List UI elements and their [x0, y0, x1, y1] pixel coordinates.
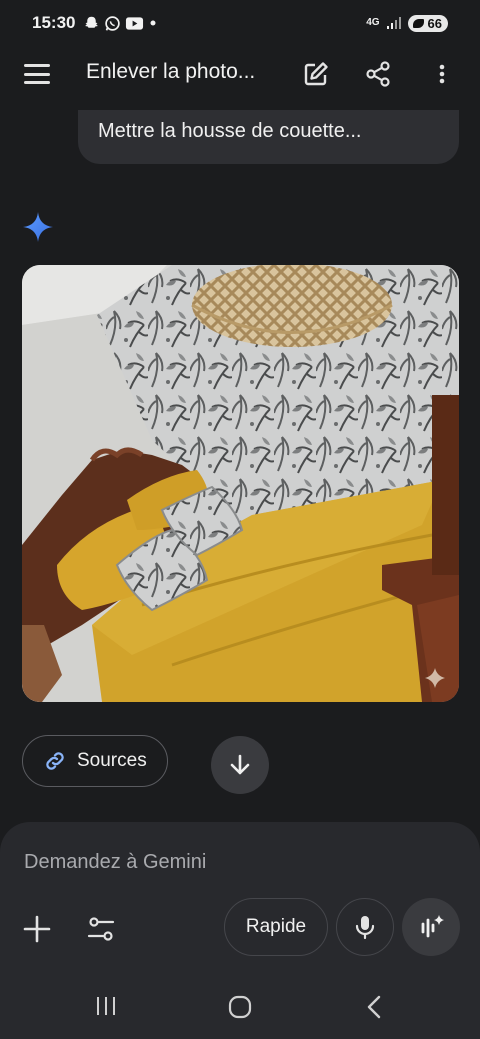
live-button[interactable]: [402, 898, 460, 956]
generated-image[interactable]: [22, 265, 459, 702]
menu-icon[interactable]: [24, 64, 50, 84]
youtube-icon: [126, 16, 144, 30]
edit-icon[interactable]: [302, 60, 330, 88]
status-bar: 15:30 4G 66: [0, 0, 480, 46]
battery-level: 66: [427, 15, 442, 31]
signal-icon: [386, 17, 401, 29]
notification-dot-icon: [150, 20, 156, 26]
more-vert-icon[interactable]: [428, 60, 456, 88]
user-message-text: Mettre la housse de couette...: [98, 120, 362, 142]
mode-label: Rapide: [245, 916, 307, 937]
mic-button[interactable]: [336, 898, 394, 956]
sources-button[interactable]: Sources: [22, 735, 168, 787]
user-message-bubble[interactable]: Mettre la housse de couette...: [78, 110, 459, 164]
link-icon: [46, 752, 64, 770]
sources-label: Sources: [77, 750, 147, 771]
scroll-down-button[interactable]: [211, 736, 269, 794]
status-notification-icons: [83, 15, 158, 32]
arrow-down-icon: [230, 754, 250, 775]
status-time: 15:30: [32, 13, 76, 32]
mode-selector-button[interactable]: Rapide: [224, 898, 328, 956]
battery-saver-icon: [412, 18, 424, 28]
bedroom-image: [22, 265, 459, 702]
gemini-spark-icon: [23, 212, 53, 242]
whatsapp-icon: [105, 15, 121, 31]
top-app-bar: Enlever la photo...: [0, 46, 480, 102]
system-nav-bar: [0, 980, 480, 1039]
recent-apps-icon[interactable]: [94, 994, 118, 1018]
plus-icon[interactable]: [22, 914, 52, 944]
share-icon[interactable]: [364, 60, 392, 88]
status-system-icons: 4G 66: [366, 14, 448, 32]
prompt-input[interactable]: Demandez à Gemini: [24, 851, 206, 874]
prompt-placeholder: Demandez à Gemini: [24, 851, 207, 873]
network-label: 4G: [366, 17, 380, 28]
page-title: Enlever la photo...: [86, 60, 256, 83]
back-icon[interactable]: [364, 994, 384, 1020]
snapchat-icon: [85, 16, 99, 28]
mic-icon: [355, 916, 375, 940]
battery-icon: 66: [407, 14, 448, 32]
home-icon[interactable]: [227, 994, 253, 1020]
live-icon: [421, 915, 444, 938]
tools-icon[interactable]: [86, 914, 116, 944]
